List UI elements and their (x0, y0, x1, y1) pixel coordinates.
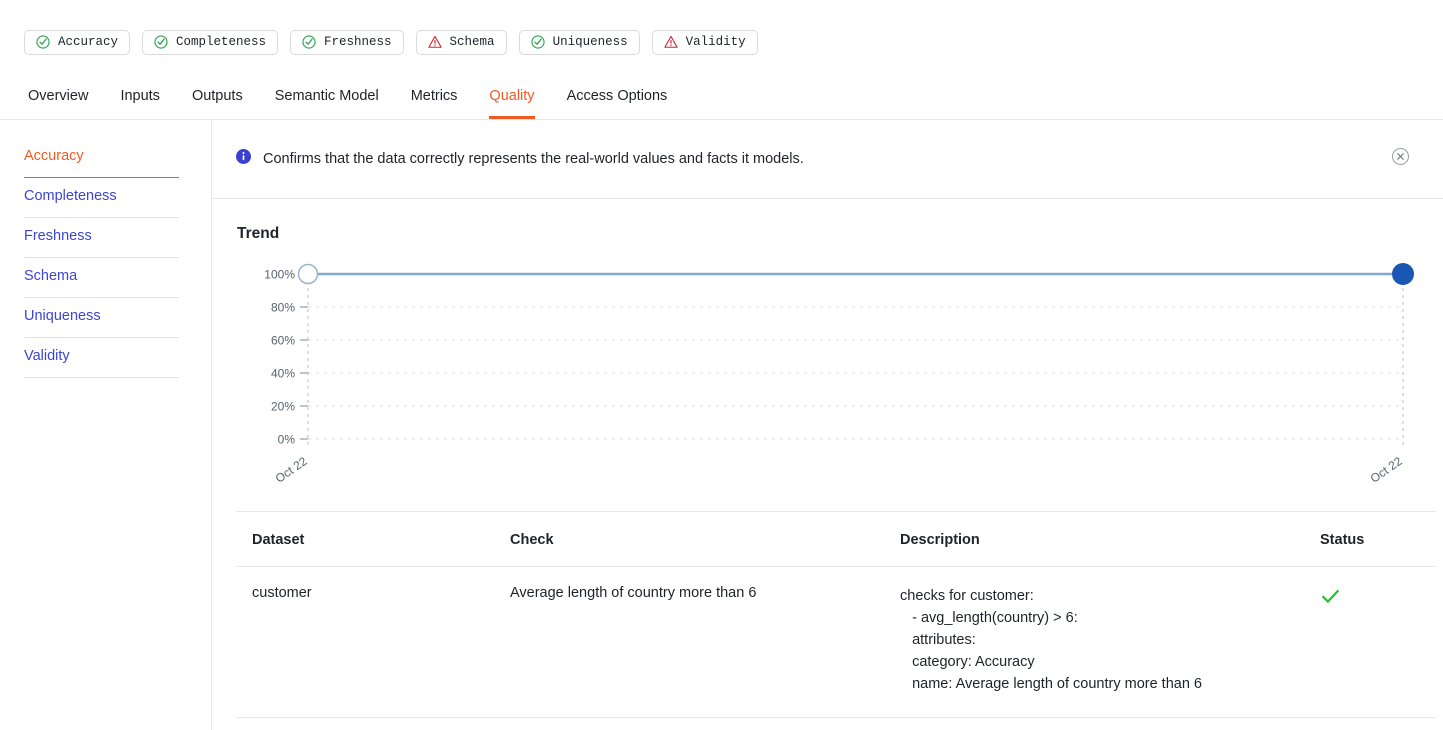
badge-uniqueness[interactable]: Uniqueness (518, 29, 640, 55)
check-circle-icon (154, 35, 168, 49)
tab-metrics[interactable]: Metrics (395, 88, 474, 119)
trend-chart-svg: 0% 20% 40% 60% 80% 100% Oct 22 Oct 22 (264, 263, 1414, 486)
table-row[interactable]: customer Average length of country more t… (236, 566, 1436, 718)
check-circle-icon (530, 35, 545, 49)
green-check-icon (1320, 586, 1436, 607)
x-tick-label: Oct 22 (1368, 454, 1405, 486)
quality-checks-table: Dataset Check Description Status customer Av… (236, 511, 1436, 718)
warning-triangle-icon (663, 35, 678, 49)
info-circle-icon (236, 149, 251, 169)
data-point-end[interactable] (1392, 263, 1414, 285)
warning-triangle-icon (427, 35, 442, 48)
y-tick-label: 100% (264, 268, 295, 282)
data-point-start[interactable] (297, 263, 319, 285)
y-tick-label: 0% (278, 433, 296, 447)
quality-dimension-badges: Accuracy Completeness Freshness Schema Uniqu… (0, 0, 1443, 62)
tab-overview[interactable]: Overview (24, 88, 104, 119)
badge-label: Validity (685, 35, 746, 49)
cell-description: checks for customer: - avg_length(countr… (900, 566, 1320, 718)
trend-chart: 0% 20% 40% 60% 80% 100% Oct 22 Oct 22 (236, 256, 1436, 511)
info-banner: Confirms that the data correctly represe… (212, 120, 1443, 199)
description-text: checks for customer: - avg_length(countr… (900, 588, 1203, 692)
badge-schema[interactable]: Schema (415, 29, 507, 55)
cell-check: Average length of country more than 6 (510, 566, 900, 718)
green-check-icon (1321, 589, 1340, 604)
tab-quality[interactable]: Quality (473, 88, 550, 119)
badge-validity[interactable]: Validity (651, 29, 758, 55)
badge-freshness[interactable]: Freshness (290, 29, 404, 55)
tab-inputs[interactable]: Inputs (104, 88, 176, 119)
column-header-description: Description (900, 511, 1320, 567)
warning-triangle-icon (427, 35, 442, 49)
check-circle-icon (154, 35, 168, 49)
x-tick-label: Oct 22 (273, 454, 310, 486)
tab-access-options[interactable]: Access Options (551, 88, 684, 119)
badge-label: Freshness (324, 35, 392, 49)
table-header: Dataset Check Description Status (236, 511, 1436, 567)
main-tabbar: Overview Inputs Outputs Semantic Model Metri… (0, 62, 1443, 120)
sidebar-item-uniqueness[interactable]: Uniqueness (24, 298, 179, 338)
sidebar-item-completeness[interactable]: Completeness (24, 178, 179, 218)
check-circle-icon (302, 35, 316, 49)
column-header-check: Check (510, 511, 900, 567)
sidebar-item-schema[interactable]: Schema (24, 258, 179, 298)
trend-section: Trend 0% 20% 40% 60% 80% 100% Oct 22 Oct 22 (212, 199, 1443, 511)
cell-dataset: customer (236, 566, 510, 718)
info-banner-text: Confirms that the data correctly represe… (263, 151, 804, 167)
y-tick-label: 40% (271, 367, 295, 381)
badge-accuracy[interactable]: Accuracy (24, 29, 131, 55)
check-circle-icon (36, 35, 50, 49)
tab-outputs[interactable]: Outputs (176, 88, 259, 119)
column-header-dataset: Dataset (236, 511, 510, 567)
column-header-status: Status (1320, 511, 1436, 567)
check-circle-icon (36, 35, 50, 49)
badge-label: Uniqueness (552, 35, 628, 49)
sidebar-item-freshness[interactable]: Freshness (24, 218, 179, 258)
close-circle-icon[interactable] (1391, 147, 1410, 171)
y-tick-label: 60% (271, 334, 295, 348)
badge-label: Schema (449, 35, 495, 49)
y-tick-label: 20% (271, 400, 295, 414)
cell-status (1320, 566, 1436, 718)
table-header-row: Dataset Check Description Status (236, 511, 1436, 567)
badge-label: Completeness (176, 35, 267, 49)
check-circle-icon (302, 35, 316, 49)
tab-semantic-model[interactable]: Semantic Model (259, 88, 395, 119)
check-circle-icon (530, 35, 545, 49)
trend-title: Trend (237, 225, 280, 242)
sidebar-item-accuracy[interactable]: Accuracy (24, 138, 179, 178)
page-body: Accuracy Completeness Freshness Schema Uniqu… (0, 120, 1443, 730)
quality-dimension-sidebar: Accuracy Completeness Freshness Schema Uniqu… (0, 120, 212, 730)
y-tick-label: 80% (271, 301, 295, 315)
sidebar-item-validity[interactable]: Validity (24, 338, 179, 378)
quality-content: Confirms that the data correctly represe… (212, 120, 1443, 730)
table-body: customer Average length of country more t… (236, 566, 1436, 718)
badge-label: Accuracy (58, 35, 119, 49)
warning-triangle-icon (663, 35, 678, 48)
badge-completeness[interactable]: Completeness (142, 29, 279, 55)
